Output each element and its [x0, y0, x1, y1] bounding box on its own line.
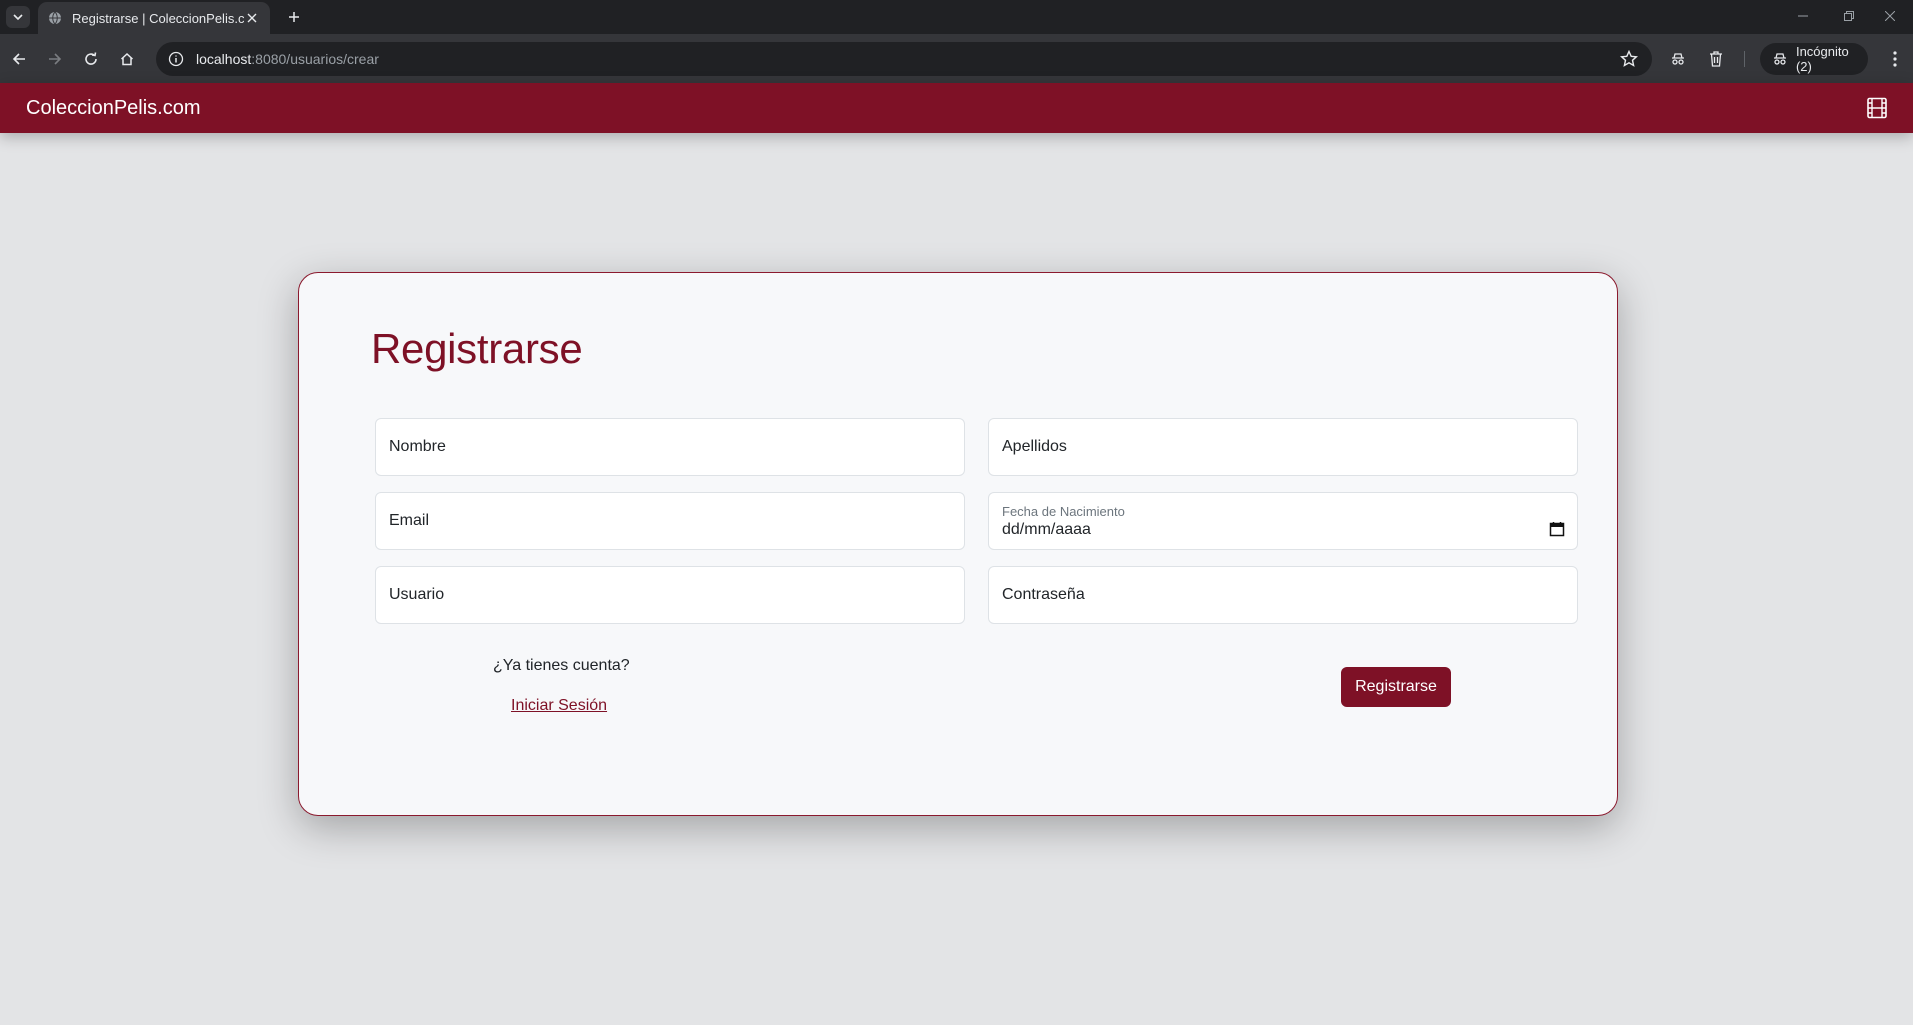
site-info-icon[interactable]	[168, 51, 184, 67]
contrasena-input[interactable]: Contraseña	[988, 566, 1578, 624]
film-icon[interactable]	[1866, 97, 1888, 119]
fecha-nacimiento-input[interactable]: Fecha de Nacimiento dd/mm/aaaa	[988, 492, 1578, 550]
site-navbar: ColeccionPelis.com	[0, 83, 1913, 133]
tab-close-button[interactable]	[244, 10, 260, 26]
arrow-left-icon	[12, 53, 25, 65]
browser-menu-button[interactable]	[1885, 46, 1905, 72]
toolbar-separator	[1744, 51, 1745, 67]
close-icon	[1885, 11, 1895, 21]
browser-toolbar: localhost:8080/usuarios/crear Incógnito …	[0, 34, 1913, 83]
login-link[interactable]: Iniciar Sesión	[511, 697, 607, 715]
home-button[interactable]	[114, 46, 140, 72]
forward-button[interactable]	[42, 46, 68, 72]
fecha-nacimiento-value: dd/mm/aaaa	[1002, 520, 1091, 538]
fecha-nacimiento-label: Fecha de Nacimiento	[1002, 503, 1125, 519]
incognito-icon	[1773, 53, 1786, 65]
incognito-extension-button[interactable]	[1665, 46, 1691, 72]
bookmark-star-icon[interactable]	[1620, 50, 1638, 68]
register-card: Registrarse Nombre Apellidos Email Fecha…	[298, 272, 1618, 816]
more-vertical-icon	[1893, 51, 1897, 67]
trash-icon	[1710, 51, 1722, 67]
delete-browsing-data-button[interactable]	[1703, 46, 1729, 72]
page-title: Registrarse	[371, 325, 583, 372]
minimize-window-button[interactable]	[1780, 0, 1826, 32]
minimize-icon	[1798, 15, 1808, 17]
tab-search-button[interactable]	[6, 6, 30, 28]
browser-tab-strip: Registrarse | ColeccionPelis.com	[0, 0, 1913, 34]
url-host: localhost	[196, 51, 252, 67]
calendar-icon[interactable]	[1549, 521, 1565, 537]
nombre-input[interactable]: Nombre	[375, 418, 965, 476]
chevron-down-icon	[13, 14, 23, 21]
browser-tab-active[interactable]: Registrarse | ColeccionPelis.com	[38, 2, 270, 34]
tab-title: Registrarse | ColeccionPelis.com	[72, 10, 244, 26]
plus-icon	[289, 12, 299, 22]
arrow-right-icon	[49, 53, 62, 65]
close-window-button[interactable]	[1867, 0, 1913, 32]
url-path: :8080/usuarios/crear	[251, 51, 379, 67]
account-prompt: ¿Ya tienes cuenta?	[493, 657, 630, 674]
globe-icon	[49, 11, 61, 25]
reload-icon	[85, 52, 97, 65]
restore-window-button[interactable]	[1826, 0, 1872, 32]
address-bar[interactable]: localhost:8080/usuarios/crear	[156, 42, 1652, 76]
restore-icon	[1844, 11, 1854, 21]
incognito-profile-button[interactable]: Incógnito (2)	[1760, 43, 1868, 75]
incognito-label: Incógnito (2)	[1795, 44, 1849, 74]
home-icon	[120, 52, 134, 66]
register-button[interactable]: Registrarse	[1341, 667, 1451, 707]
back-button[interactable]	[6, 46, 32, 72]
reload-button[interactable]	[78, 46, 104, 72]
apellidos-input[interactable]: Apellidos	[988, 418, 1578, 476]
close-icon	[247, 13, 257, 23]
usuario-input[interactable]: Usuario	[375, 566, 965, 624]
brand-link[interactable]: ColeccionPelis.com	[26, 97, 201, 120]
incognito-icon	[1672, 53, 1684, 65]
new-tab-button[interactable]	[282, 6, 306, 28]
email-input[interactable]: Email	[375, 492, 965, 550]
